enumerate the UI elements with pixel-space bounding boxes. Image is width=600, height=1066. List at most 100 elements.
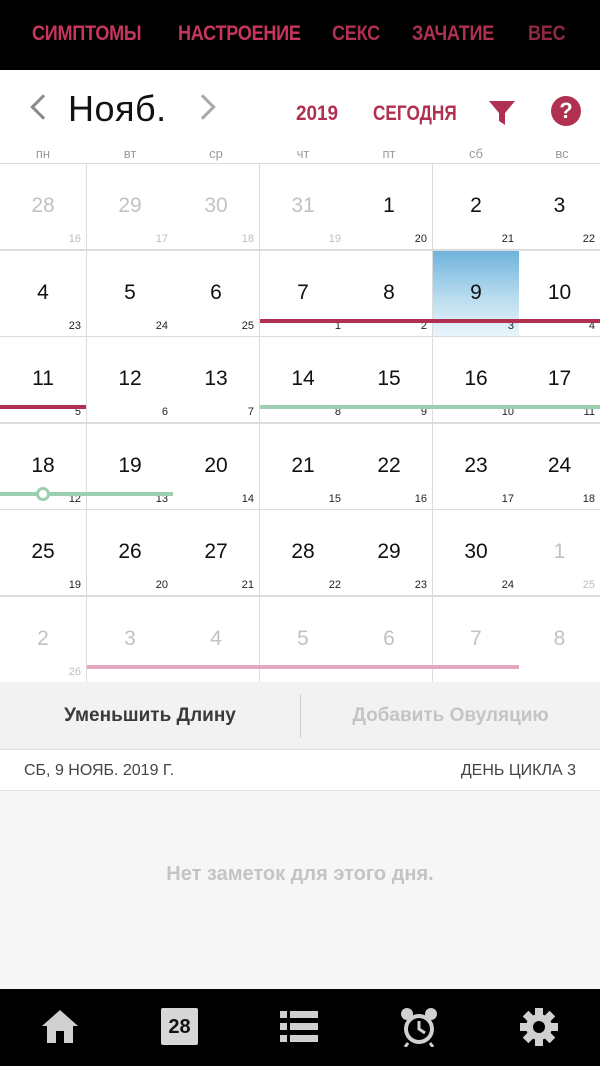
calendar-day[interactable]: 5 bbox=[260, 597, 346, 682]
calendar-day[interactable]: 20 14 bbox=[173, 424, 259, 509]
calendar-day[interactable]: 16 10 bbox=[433, 337, 519, 422]
cycle-day-number: 15 bbox=[328, 493, 341, 505]
calendar-day[interactable]: 22 16 bbox=[346, 424, 432, 509]
alarm-clock-icon[interactable] bbox=[399, 1007, 439, 1047]
day-number: 2 bbox=[470, 194, 482, 217]
gear-icon[interactable] bbox=[519, 1007, 559, 1047]
calendar-day[interactable]: 19 13 bbox=[87, 424, 173, 509]
period-bar bbox=[260, 319, 600, 323]
weekday-label: пт bbox=[382, 146, 396, 161]
calendar-day[interactable]: 82 bbox=[346, 251, 432, 336]
day-number: 14 bbox=[291, 367, 315, 390]
calendar-day[interactable]: 71 bbox=[260, 251, 346, 336]
cycle-day-number: 19 bbox=[68, 579, 81, 591]
calendar-day[interactable]: 21 15 bbox=[260, 424, 346, 509]
day-number: 18 bbox=[31, 454, 55, 477]
calendar-day[interactable]: 17 11 bbox=[519, 337, 600, 422]
cycle-day-number: 23 bbox=[414, 579, 427, 591]
day-number: 8 bbox=[553, 627, 566, 650]
calendar-day[interactable]: 29 23 bbox=[346, 510, 432, 595]
calendar-day[interactable]: 2 21 bbox=[433, 164, 519, 249]
weekday-label: пн bbox=[35, 146, 51, 161]
year-button[interactable]: 2019 bbox=[296, 102, 338, 126]
calendar-day[interactable]: 11 5 bbox=[0, 337, 86, 422]
day-number: 4 bbox=[210, 627, 222, 650]
calendar-day[interactable]: 28 22 bbox=[260, 510, 346, 595]
day-number: 21 bbox=[291, 454, 315, 477]
help-icon[interactable]: ? bbox=[551, 96, 581, 126]
calendar-day[interactable]: 31 19 bbox=[260, 164, 346, 249]
list-icon[interactable] bbox=[279, 1007, 319, 1047]
calendar-day[interactable]: 23 17 bbox=[433, 424, 519, 509]
chevron-left-icon[interactable] bbox=[30, 94, 56, 120]
cycle-actions: Уменьшить Длину Добавить Овуляцию bbox=[0, 682, 600, 750]
calendar-day[interactable]: 1 25 bbox=[519, 510, 600, 595]
calendar-day[interactable]: 8 bbox=[519, 597, 600, 682]
calendar-day[interactable]: 28 16 bbox=[0, 164, 86, 249]
today-button[interactable]: СЕГОДНЯ bbox=[373, 102, 457, 126]
cycle-day-number: 22 bbox=[328, 579, 341, 591]
calendar-day[interactable]: 4 23 bbox=[0, 251, 86, 336]
chevron-right-icon[interactable] bbox=[190, 94, 216, 120]
calendar-day[interactable]: 29 17 bbox=[87, 164, 173, 249]
day-number: 8 bbox=[383, 281, 395, 304]
calendar-day[interactable]: 6 bbox=[346, 597, 432, 682]
bottom-nav: 28 bbox=[0, 989, 600, 1066]
day-number: 30 bbox=[464, 540, 488, 563]
shorten-length-button[interactable]: Уменьшить Длину bbox=[0, 682, 300, 750]
day-number: 1 bbox=[553, 540, 566, 563]
calendar-day[interactable]: 27 21 bbox=[173, 510, 259, 595]
filter-icon[interactable] bbox=[487, 98, 517, 128]
calendar-day[interactable]: 3 22 bbox=[519, 164, 600, 249]
cycle-day-number: 6 bbox=[161, 406, 168, 418]
calendar-day[interactable]: 1 20 bbox=[346, 164, 432, 249]
calendar-day[interactable]: 30 24 bbox=[433, 510, 519, 595]
day-number: 28 bbox=[31, 194, 55, 217]
tab-symptoms[interactable]: СИМПТОМЫ bbox=[32, 22, 142, 46]
cycle-day-number: 7 bbox=[247, 406, 254, 418]
predicted-period-bar bbox=[87, 665, 519, 669]
calendar-day[interactable]: 15 9 bbox=[346, 337, 432, 422]
cycle-day-number: 20 bbox=[155, 579, 168, 591]
cycle-day-number: 19 bbox=[328, 233, 341, 245]
day-number: 20 bbox=[204, 454, 228, 477]
calendar-day[interactable]: 10 4 bbox=[519, 251, 600, 336]
notes-panel: Нет заметок для этого дня. bbox=[0, 791, 600, 989]
tab-sex[interactable]: СЕКС bbox=[332, 22, 380, 46]
day-number: 29 bbox=[377, 540, 401, 563]
calendar-day[interactable]: 26 20 bbox=[87, 510, 173, 595]
ovulation-marker bbox=[36, 487, 50, 501]
home-icon[interactable] bbox=[40, 1007, 80, 1047]
calendar-day[interactable]: 12 6 bbox=[87, 337, 173, 422]
calendar-day[interactable]: 14 8 bbox=[260, 337, 346, 422]
weekday-header: пн вт ср чт пт сб вс bbox=[0, 146, 600, 164]
calendar-day[interactable]: 4 bbox=[173, 597, 259, 682]
month-title: Нояб. bbox=[68, 88, 167, 129]
selected-day-info: СБ, 9 НОЯБ. 2019 Г. ДЕНЬ ЦИКЛА 3 bbox=[0, 750, 600, 791]
calendar-day[interactable]: 2 26 bbox=[0, 597, 86, 682]
weekday-label: вс bbox=[555, 146, 569, 161]
calendar-icon[interactable]: 28 bbox=[161, 1008, 198, 1045]
cycle-day-number: 25 bbox=[582, 579, 595, 591]
day-number: 7 bbox=[297, 281, 309, 304]
add-ovulation-button[interactable]: Добавить Овуляцию bbox=[301, 682, 600, 750]
calendar-day[interactable]: 30 18 bbox=[173, 164, 259, 249]
calendar-day[interactable]: 7 bbox=[433, 597, 519, 682]
calendar-day[interactable]: 3 bbox=[87, 597, 173, 682]
calendar-day[interactable]: 13 7 bbox=[173, 337, 259, 422]
calendar-day[interactable]: 24 18 bbox=[519, 424, 600, 509]
cycle-day-number: 22 bbox=[582, 233, 595, 245]
calendar-day-selected[interactable]: 93 bbox=[433, 251, 519, 336]
day-number: 13 bbox=[204, 367, 228, 390]
day-number: 3 bbox=[553, 194, 566, 217]
tab-mood[interactable]: НАСТРОЕНИЕ bbox=[178, 22, 301, 46]
day-number: 26 bbox=[118, 540, 142, 563]
calendar-day[interactable]: 5 24 bbox=[87, 251, 173, 336]
calendar-grid: 28 16 29 17 30 18 31 19 1 20 2 21 3 22 4 23 5 24 6 25 7 1 8 2 9 3… bbox=[0, 163, 600, 682]
calendar-day[interactable]: 6 25 bbox=[173, 251, 259, 336]
tab-weight[interactable]: ВЕС bbox=[528, 22, 566, 46]
calendar-day[interactable]: 25 19 bbox=[0, 510, 86, 595]
empty-notes-text: Нет заметок для этого дня. bbox=[166, 863, 434, 885]
cycle-day-number: 16 bbox=[414, 493, 427, 505]
tab-conception[interactable]: ЗАЧАТИЕ bbox=[412, 22, 494, 46]
